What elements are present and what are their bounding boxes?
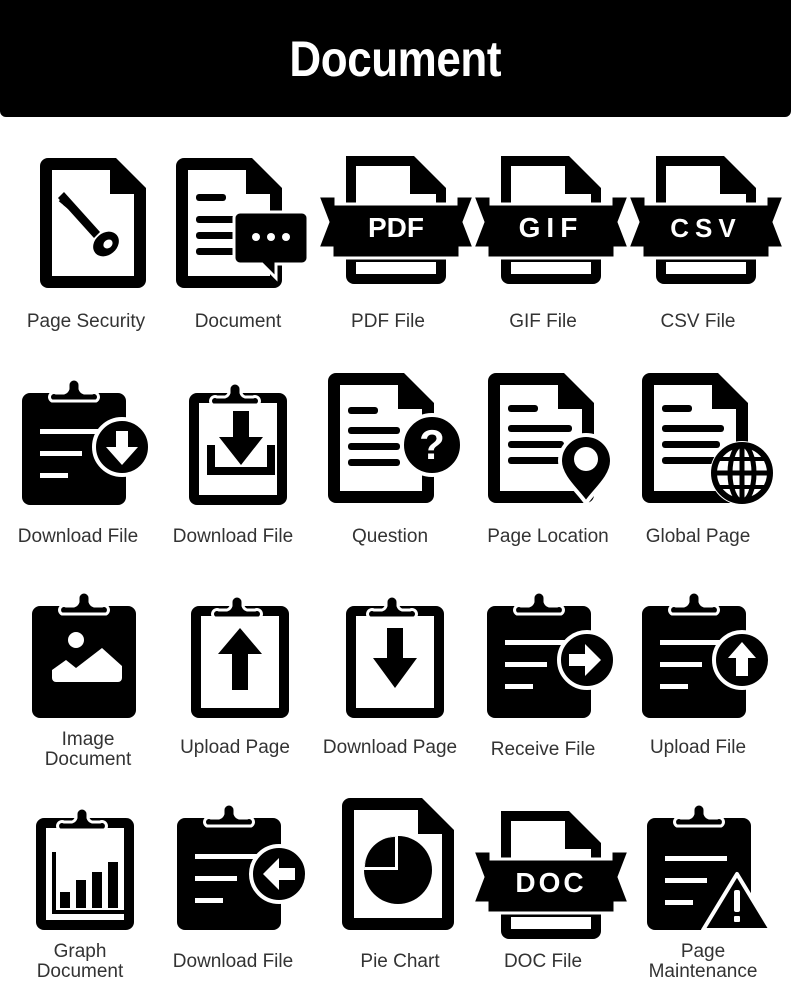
clipboard-download-tray-icon: [187, 381, 289, 507]
gif-file-icon: GIF: [471, 154, 631, 286]
badge-text: GIF: [519, 212, 584, 243]
icon-label: Download File: [172, 951, 294, 972]
icon-label: Graph Document: [0, 942, 168, 982]
label-line: Graph: [53, 941, 107, 962]
icon-label: PDF File: [351, 311, 425, 332]
icon-label: CSV File: [660, 311, 736, 332]
icon-label: Upload Page: [180, 737, 290, 758]
icon-label: DOC File: [503, 951, 583, 972]
clipboard-upload-circle-icon: [640, 590, 772, 720]
clipboard-graph-icon: [34, 806, 136, 932]
document-location-icon: [488, 373, 615, 507]
clipboard-receive-icon: [485, 590, 617, 720]
icon-label: Receive File: [490, 739, 596, 760]
clipboard-download-arrow-icon: [344, 594, 446, 720]
icon-label: Page Security: [26, 311, 146, 332]
question-mark-glyph: ?: [419, 421, 445, 468]
document-question-icon: ?: [328, 373, 464, 503]
icon-label: Upload File: [649, 737, 747, 758]
page-title: Document: [289, 30, 502, 87]
icon-label: Page Maintenance: [615, 942, 791, 982]
header-banner: Document: [0, 0, 791, 117]
icon-label: Download File: [172, 526, 294, 547]
doc-file-icon: DOC: [471, 809, 631, 941]
csv-file-icon: CSV: [626, 154, 786, 286]
label-line: Maintenance: [648, 961, 758, 982]
badge-text: PDF: [368, 212, 424, 243]
clipboard-upload-arrow-icon: [189, 594, 291, 720]
clipboard-left-arrow-icon: [175, 802, 309, 932]
document-chat-icon: [176, 158, 310, 288]
clipboard-download-circle-icon: [20, 377, 152, 507]
label-line: Document: [36, 961, 124, 982]
document-globe-icon: [642, 373, 774, 505]
clipboard-warning-icon: [645, 802, 773, 932]
label-line: Page: [680, 941, 726, 962]
icon-label: Download File: [17, 526, 139, 547]
page-security-icon: [40, 158, 146, 288]
icon-label: GIF File: [509, 311, 577, 332]
icon-label: Download Page: [322, 737, 458, 758]
clipboard-image-icon: [30, 590, 138, 720]
icon-label: Global Page: [645, 526, 751, 547]
pdf-file-icon: PDF: [316, 154, 476, 286]
icon-label: Question: [351, 526, 429, 547]
badge-text: CSV: [670, 213, 741, 243]
badge-text: DOC: [515, 867, 586, 898]
